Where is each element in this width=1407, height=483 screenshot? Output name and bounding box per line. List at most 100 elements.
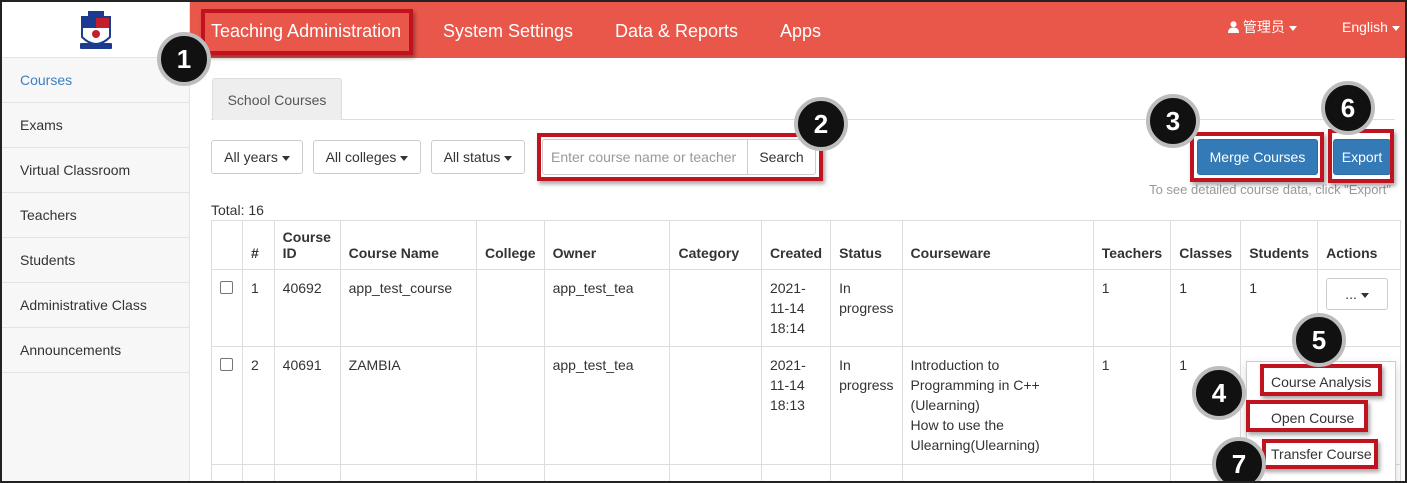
- callout-2: 2: [794, 97, 848, 151]
- highlight-export: [1328, 129, 1394, 183]
- created-line: 18:14: [769, 320, 805, 336]
- callout-5: 5: [1292, 313, 1346, 367]
- courseware-line: Ulearning(Ulearning): [910, 437, 1040, 453]
- language-label: English: [1342, 19, 1388, 35]
- created-line: 11-14: [769, 300, 805, 316]
- user-icon: [1228, 21, 1239, 33]
- header-course-id: Course ID: [273, 220, 341, 270]
- cell-course-name[interactable]: ZAMBIA: [339, 346, 478, 465]
- sidebar-item-students[interactable]: Students: [2, 238, 189, 283]
- school-crest-logo[interactable]: [78, 7, 114, 53]
- highlight-transfer-course: [1262, 439, 1378, 469]
- actions-ellipsis: ...: [1345, 286, 1357, 302]
- header-actions: Actions: [1317, 220, 1401, 270]
- created-line: 2021-: [769, 357, 806, 373]
- header-category: Category: [669, 220, 762, 270]
- header-classes: Classes: [1170, 220, 1242, 270]
- actions-dropdown-button[interactable]: ...: [1326, 278, 1389, 310]
- cell-created: 2021- 11-14 18:14: [760, 269, 832, 347]
- nav-data-reports[interactable]: Data & Reports: [615, 2, 738, 58]
- user-menu[interactable]: 管理员: [1228, 2, 1297, 52]
- cell-teachers: 1: [1092, 346, 1172, 465]
- cell-course-id: 40692: [273, 269, 341, 347]
- courseware-line: Introduction to: [910, 357, 1000, 373]
- tab-school-courses[interactable]: School Courses: [212, 78, 342, 120]
- export-hint: To see detailed course data, click "Expo…: [1149, 182, 1391, 197]
- cell-classes: 1: [1170, 269, 1242, 347]
- table-header-row: # Course ID Course Name College Owner Ca…: [211, 220, 1401, 270]
- highlight-teaching-administration: [201, 9, 413, 55]
- language-menu[interactable]: English: [1342, 2, 1400, 52]
- table-row: 1 40692 app_test_course app_test_tea 202…: [211, 269, 1401, 347]
- cell-course-id: 40691: [273, 346, 341, 465]
- years-filter-label: All years: [224, 149, 278, 165]
- header-status: Status: [830, 220, 903, 270]
- callout-3: 3: [1146, 94, 1200, 148]
- courseware-line: (Ulearning): [910, 397, 980, 413]
- sidebar-item-administrative-class[interactable]: Administrative Class: [2, 283, 189, 328]
- nav-apps[interactable]: Apps: [780, 2, 821, 58]
- row-checkbox-cell: [211, 269, 243, 347]
- status-filter-label: All status: [443, 149, 501, 165]
- app-window: Courses Exams Virtual Classroom Teachers…: [0, 0, 1407, 483]
- cell-teachers: 1: [1092, 269, 1172, 347]
- callout-1: 1: [157, 32, 211, 86]
- colleges-filter[interactable]: All colleges: [313, 140, 421, 174]
- header-select: [211, 220, 243, 270]
- created-line: 2021-: [769, 280, 806, 296]
- sidebar-item-announcements[interactable]: Announcements: [2, 328, 189, 373]
- cell-status: In progress: [830, 269, 903, 347]
- sidebar-item-teachers[interactable]: Teachers: [2, 193, 189, 238]
- highlight-course-analysis: [1260, 364, 1382, 396]
- cell-college: [476, 269, 545, 347]
- callout-7: 7: [1212, 437, 1266, 481]
- chevron-down-icon: [1391, 25, 1400, 31]
- status-line: In: [839, 357, 851, 373]
- row-checkbox[interactable]: [220, 358, 233, 371]
- callout-6: 6: [1321, 81, 1375, 135]
- status-line: In: [839, 280, 851, 296]
- status-filter[interactable]: All status: [431, 140, 525, 174]
- sidebar-item-virtual-classroom[interactable]: Virtual Classroom: [2, 148, 189, 193]
- created-line: 18:13: [769, 397, 805, 413]
- cell-courseware: Introduction to Programming in C++ (Ulea…: [901, 346, 1094, 465]
- cell-course-name[interactable]: app_test_course: [339, 269, 478, 347]
- cell-num: 1: [241, 269, 275, 347]
- cell-num: 2: [241, 346, 275, 465]
- header-owner: Owner: [543, 220, 671, 270]
- cell-college: [476, 346, 545, 465]
- total-count: Total: 16: [211, 202, 264, 218]
- header-num: #: [241, 220, 275, 270]
- created-line: 11-14: [769, 377, 805, 393]
- chevron-down-icon: [1360, 292, 1369, 298]
- header-teachers: Teachers: [1092, 220, 1172, 270]
- sidebar-item-exams[interactable]: Exams: [2, 103, 189, 148]
- chevron-down-icon: [1288, 25, 1297, 31]
- header-course-name: Course Name: [339, 220, 478, 270]
- cell-created: 2021- 11-14 18:13: [760, 346, 832, 465]
- chevron-down-icon: [400, 155, 409, 161]
- cell-category: [669, 269, 762, 347]
- cell-owner: app_test_tea: [543, 346, 671, 465]
- header-created: Created: [760, 220, 832, 270]
- courseware-line: How to use the: [910, 417, 1004, 433]
- highlight-merge-courses: [1190, 132, 1324, 182]
- header-courseware: Courseware: [901, 220, 1094, 270]
- cell-status: In progress: [830, 346, 903, 465]
- cell-owner: app_test_tea: [543, 269, 671, 347]
- courseware-line: Programming in C++: [910, 377, 1040, 393]
- row-checkbox[interactable]: [220, 281, 233, 294]
- status-line: progress: [839, 300, 894, 316]
- header-college: College: [476, 220, 545, 270]
- callout-4: 4: [1192, 366, 1246, 420]
- colleges-filter-label: All colleges: [325, 149, 397, 165]
- cell-category: [669, 346, 762, 465]
- row-checkbox-cell: [211, 346, 243, 465]
- status-line: progress: [839, 377, 894, 393]
- highlight-open-course: [1246, 400, 1368, 432]
- years-filter[interactable]: All years: [211, 140, 303, 174]
- nav-system-settings[interactable]: System Settings: [443, 2, 573, 58]
- user-name: 管理员: [1242, 19, 1285, 35]
- header-students: Students: [1240, 220, 1319, 270]
- highlight-search: [537, 133, 823, 181]
